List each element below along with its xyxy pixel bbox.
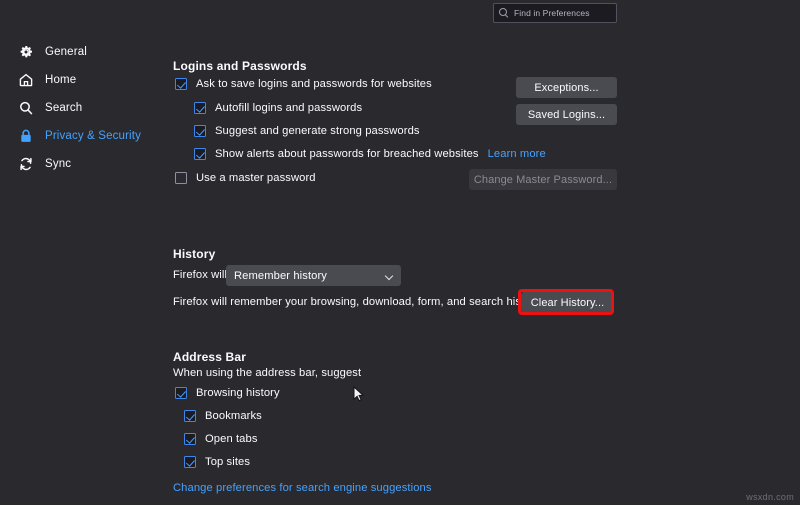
checkbox-autofill-logins[interactable]: Autofill logins and passwords [194, 102, 362, 114]
checkbox-box[interactable] [194, 102, 206, 114]
sidebar-item-label: Sync [45, 158, 71, 170]
checkbox-box[interactable] [184, 410, 196, 422]
checkbox-ask-to-save-logins[interactable]: Ask to save logins and passwords for web… [175, 78, 432, 90]
sidebar-item-sync[interactable]: Sync [0, 150, 160, 178]
history-mode-dropdown[interactable]: Remember history [226, 265, 401, 286]
watermark: wsxdn.com [746, 492, 794, 502]
history-mode-value: Remember history [234, 270, 327, 282]
sidebar-item-search[interactable]: Search [0, 94, 160, 122]
clear-history-button[interactable]: Clear History... [521, 292, 614, 313]
checkbox-top-sites[interactable]: Top sites [184, 456, 250, 468]
sidebar: General Home Search Privacy & Security [0, 38, 160, 178]
checkbox-box[interactable] [184, 456, 196, 468]
search-icon [18, 100, 34, 116]
checkbox-box[interactable] [175, 387, 187, 399]
checkbox-bookmarks[interactable]: Bookmarks [184, 410, 262, 422]
mouse-cursor [353, 386, 365, 404]
checkbox-breach-alerts[interactable]: Show alerts about passwords for breached… [194, 148, 546, 160]
exceptions-button[interactable]: Exceptions... [516, 77, 617, 98]
checkbox-browsing-history[interactable]: Browsing history [175, 387, 280, 399]
checkbox-box[interactable] [194, 125, 206, 137]
history-description: Firefox will remember your browsing, dow… [173, 296, 542, 308]
logins-section-title: Logins and Passwords [173, 57, 307, 75]
lock-icon [18, 128, 34, 144]
firefox-will-label: Firefox will [173, 269, 227, 281]
sidebar-item-label: Privacy & Security [45, 130, 141, 142]
checkbox-box[interactable] [175, 172, 187, 184]
checkbox-box[interactable] [194, 148, 206, 160]
search-icon [499, 8, 509, 18]
search-input[interactable]: Find in Preferences [493, 3, 617, 23]
sync-icon [18, 156, 34, 172]
chevron-down-icon [385, 272, 393, 280]
checkbox-use-master-password[interactable]: Use a master password [175, 172, 316, 184]
learn-more-link[interactable]: Learn more [488, 148, 546, 160]
sidebar-item-label: General [45, 46, 87, 58]
sidebar-item-privacy-security[interactable]: Privacy & Security [0, 122, 160, 150]
change-master-password-button: Change Master Password... [469, 169, 617, 190]
address-bar-section-title: Address Bar [173, 348, 246, 366]
checkbox-suggest-strong-passwords[interactable]: Suggest and generate strong passwords [194, 125, 420, 137]
sidebar-item-label: Search [45, 102, 82, 114]
sidebar-item-label: Home [45, 74, 76, 86]
search-placeholder: Find in Preferences [514, 8, 590, 18]
gear-icon [18, 44, 34, 60]
checkbox-open-tabs[interactable]: Open tabs [184, 433, 258, 445]
change-search-engine-prefs-link[interactable]: Change preferences for search engine sug… [173, 482, 432, 494]
home-icon [18, 72, 34, 88]
checkbox-box[interactable] [184, 433, 196, 445]
checkbox-box[interactable] [175, 78, 187, 90]
sidebar-item-home[interactable]: Home [0, 66, 160, 94]
address-bar-subtitle: When using the address bar, suggest [173, 367, 361, 379]
saved-logins-button[interactable]: Saved Logins... [516, 104, 617, 125]
find-in-preferences[interactable]: Find in Preferences [493, 3, 617, 23]
history-section-title: History [173, 245, 215, 263]
sidebar-item-general[interactable]: General [0, 38, 160, 66]
